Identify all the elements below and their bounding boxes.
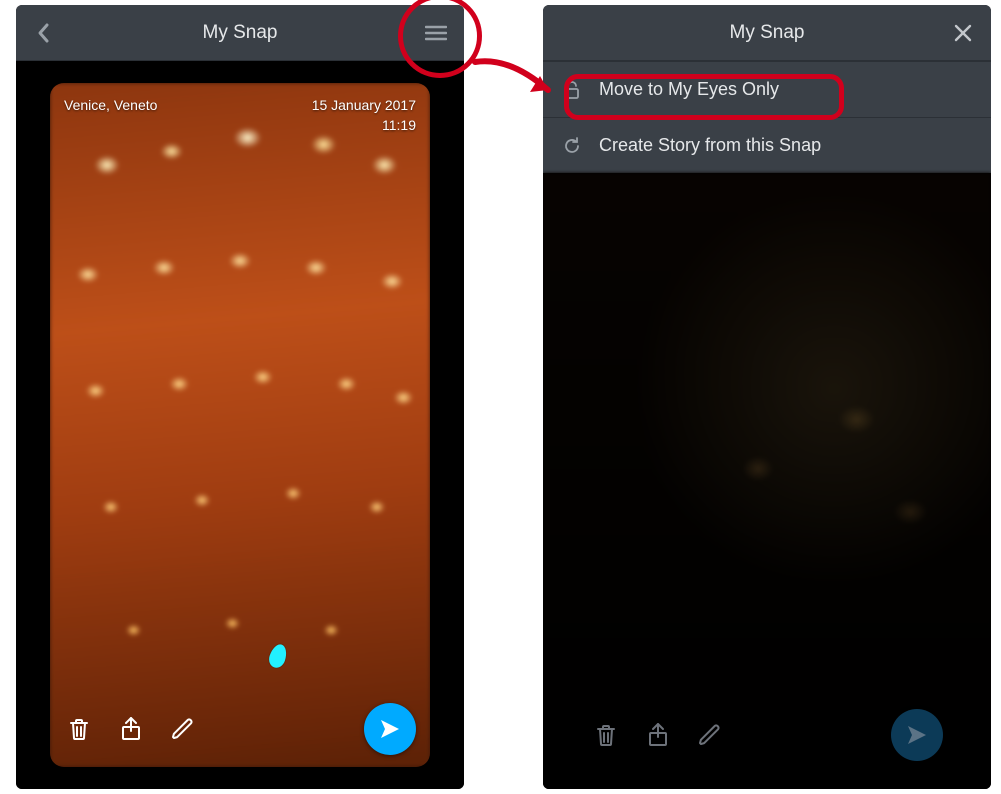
menu-item-create-story[interactable]: Create Story from this Snap [543, 117, 991, 173]
delete-button[interactable] [64, 714, 94, 744]
phone-left: My Snap Venice, Veneto 15 January 2017 1… [16, 5, 464, 789]
page-title: My Snap [730, 22, 805, 44]
menu-item-label: Move to My Eyes Only [599, 79, 779, 100]
snap-photo[interactable]: Venice, Veneto 15 January 2017 11:19 [50, 83, 430, 767]
send-icon [905, 723, 929, 747]
export-button[interactable] [643, 720, 673, 750]
close-button[interactable] [935, 5, 991, 61]
export-button[interactable] [116, 714, 146, 744]
hamburger-icon [425, 25, 447, 41]
share-icon [120, 716, 142, 742]
topbar: My Snap [16, 5, 464, 61]
page-title: My Snap [203, 22, 278, 44]
send-icon [378, 717, 402, 741]
trash-icon [68, 717, 90, 741]
send-button[interactable] [891, 709, 943, 761]
phone-right: My Snap Move to My Eyes Only [543, 5, 991, 789]
pencil-icon [698, 723, 722, 747]
menu-item-my-eyes-only[interactable]: Move to My Eyes Only [543, 61, 991, 117]
refresh-icon [561, 136, 583, 156]
share-icon [647, 722, 669, 748]
pencil-icon [171, 717, 195, 741]
trash-icon [595, 723, 617, 747]
close-icon [954, 24, 972, 42]
edit-button[interactable] [695, 720, 725, 750]
topbar: My Snap [543, 5, 991, 61]
lock-icon [561, 80, 583, 100]
snap-photo-dimmed [543, 173, 991, 789]
send-button[interactable] [364, 703, 416, 755]
action-menu: Move to My Eyes Only Create Story from t… [543, 61, 991, 173]
edit-button[interactable] [168, 714, 198, 744]
menu-item-label: Create Story from this Snap [599, 135, 821, 156]
back-button[interactable] [16, 5, 72, 61]
delete-button[interactable] [591, 720, 621, 750]
menu-button[interactable] [408, 5, 464, 61]
